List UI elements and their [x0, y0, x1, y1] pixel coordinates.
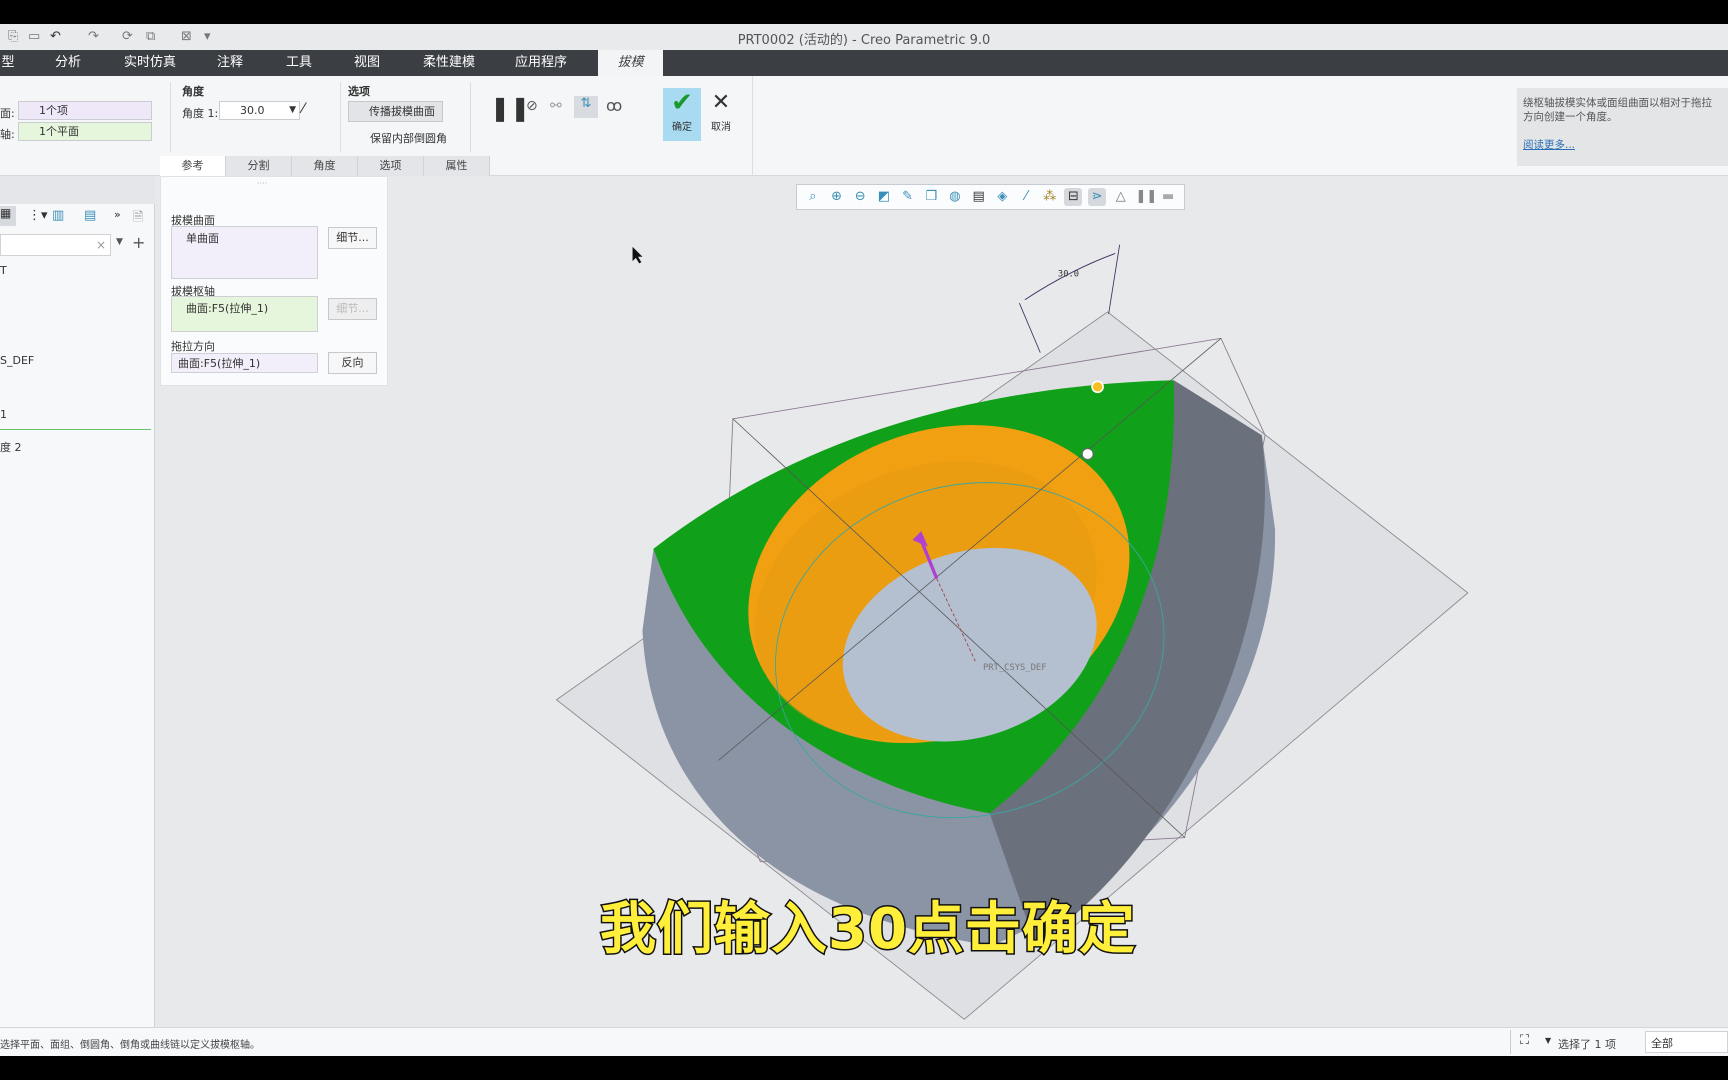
add-icon[interactable]: +: [132, 233, 145, 252]
selection-count: 选择了 1 项: [1558, 1038, 1616, 1051]
hinge-details-button[interactable]: 细节...: [328, 298, 377, 320]
insert-indicator[interactable]: [0, 429, 151, 430]
annotation-display-icon[interactable]: ⊟: [1064, 188, 1083, 206]
angle-dimension[interactable]: 30.0: [1058, 270, 1079, 280]
flip-button[interactable]: 反向: [328, 352, 377, 374]
view-style-icon[interactable]: ✎: [899, 188, 917, 206]
refit-icon[interactable]: ⌕: [804, 188, 822, 206]
clear-icon[interactable]: ×: [96, 238, 106, 252]
pull-direction-label: 拖拉方向: [171, 340, 215, 353]
spin-center-icon[interactable]: △: [1112, 188, 1130, 206]
display-style-icon[interactable]: ❒: [922, 188, 940, 206]
tree-item[interactable]: 度 2: [0, 439, 22, 455]
search-dropdown-icon[interactable]: ▼: [116, 237, 123, 247]
selection-filter-value: 全部: [1651, 1037, 1673, 1050]
drag-handle[interactable]: [1081, 447, 1094, 461]
perspective-icon[interactable]: ◈: [993, 188, 1011, 206]
view-manager-icon[interactable]: ▤: [970, 188, 988, 206]
draft-hinges-value: 曲面:F5(拉伸_1): [186, 302, 269, 315]
section-icon[interactable]: ⁄: [1017, 188, 1035, 206]
tree-search-input[interactable]: ×: [0, 234, 111, 256]
find-dropdown-icon[interactable]: ▼: [1545, 1036, 1551, 1045]
pull-direction-collector[interactable]: 曲面:F5(拉伸_1): [171, 353, 318, 373]
settings-icon[interactable]: ▤: [84, 208, 96, 223]
appearance-icon[interactable]: ▬: [1159, 188, 1177, 206]
selection-filter-dropdown[interactable]: 全部: [1645, 1031, 1728, 1053]
pull-direction-value: 曲面:F5(拉伸_1): [178, 357, 261, 370]
model-tree-panel: ▦ ⋮▾ ▥ ▤ » 🗎 × ▼ + T S_DEF 1 度 2: [0, 176, 155, 1027]
dimension-witness: [1018, 302, 1041, 353]
csys-display-icon[interactable]: ⋗: [1088, 188, 1107, 206]
draft-hinges-collector[interactable]: 曲面:F5(拉伸_1): [171, 296, 318, 332]
saved-orientations-icon[interactable]: ◍: [946, 188, 964, 206]
zoom-in-icon[interactable]: ⊕: [828, 188, 846, 206]
drag-handle[interactable]: [1091, 380, 1104, 394]
draft-surfaces-value: 单曲面: [186, 232, 219, 245]
tree-columns-icon[interactable]: ▥: [52, 208, 64, 223]
status-bar: 选择平面、面组、倒圆角、倒角或曲线链以定义拔模枢轴。 ⛶ ▼ 选择了 1 项 全…: [0, 1027, 1728, 1056]
repaint-icon[interactable]: ◩: [875, 188, 893, 206]
video-subtitle: 我们输入30点击确定: [599, 896, 1137, 964]
csys-label: PRT_CSYS_DEF: [983, 663, 1047, 673]
draft-surfaces-collector[interactable]: 单曲面: [171, 226, 318, 279]
tree-item[interactable]: S_DEF: [0, 354, 34, 367]
tree-filter-icon[interactable]: ⋮▾: [28, 208, 48, 223]
details-button[interactable]: 细节...: [328, 227, 377, 249]
more-icon[interactable]: »: [114, 208, 121, 221]
mouse-cursor-icon: [632, 246, 643, 264]
pause-animation-icon[interactable]: ❚❚: [1135, 188, 1157, 206]
tree-view-icon[interactable]: ▦: [0, 206, 16, 226]
references-panel: ···· 拔模曲面 单曲面 细节... 拔模枢轴 曲面:F5(拉伸_1) 细节.…: [160, 176, 388, 386]
find-binoculars-icon[interactable]: ⛶: [1520, 1033, 1529, 1048]
zoom-out-icon[interactable]: ⊖: [851, 188, 869, 206]
view-toolbar: ⌕ ⊕ ⊖ ◩ ✎ ❒ ◍ ▤ ◈ ⁄ ⁂ ⊟ ⋗ △ ❚❚ ▬: [796, 184, 1185, 210]
status-message: 选择平面、面组、倒圆角、倒角或曲线链以定义拔模枢轴。: [0, 1040, 260, 1051]
divider: [1510, 1030, 1511, 1054]
tree-item[interactable]: T: [0, 264, 7, 277]
notes-icon[interactable]: 🗎: [133, 208, 143, 230]
datum-display-icon[interactable]: ⁂: [1041, 188, 1059, 206]
drag-grip-icon[interactable]: ····: [257, 179, 267, 188]
tree-item[interactable]: 1: [0, 408, 7, 421]
